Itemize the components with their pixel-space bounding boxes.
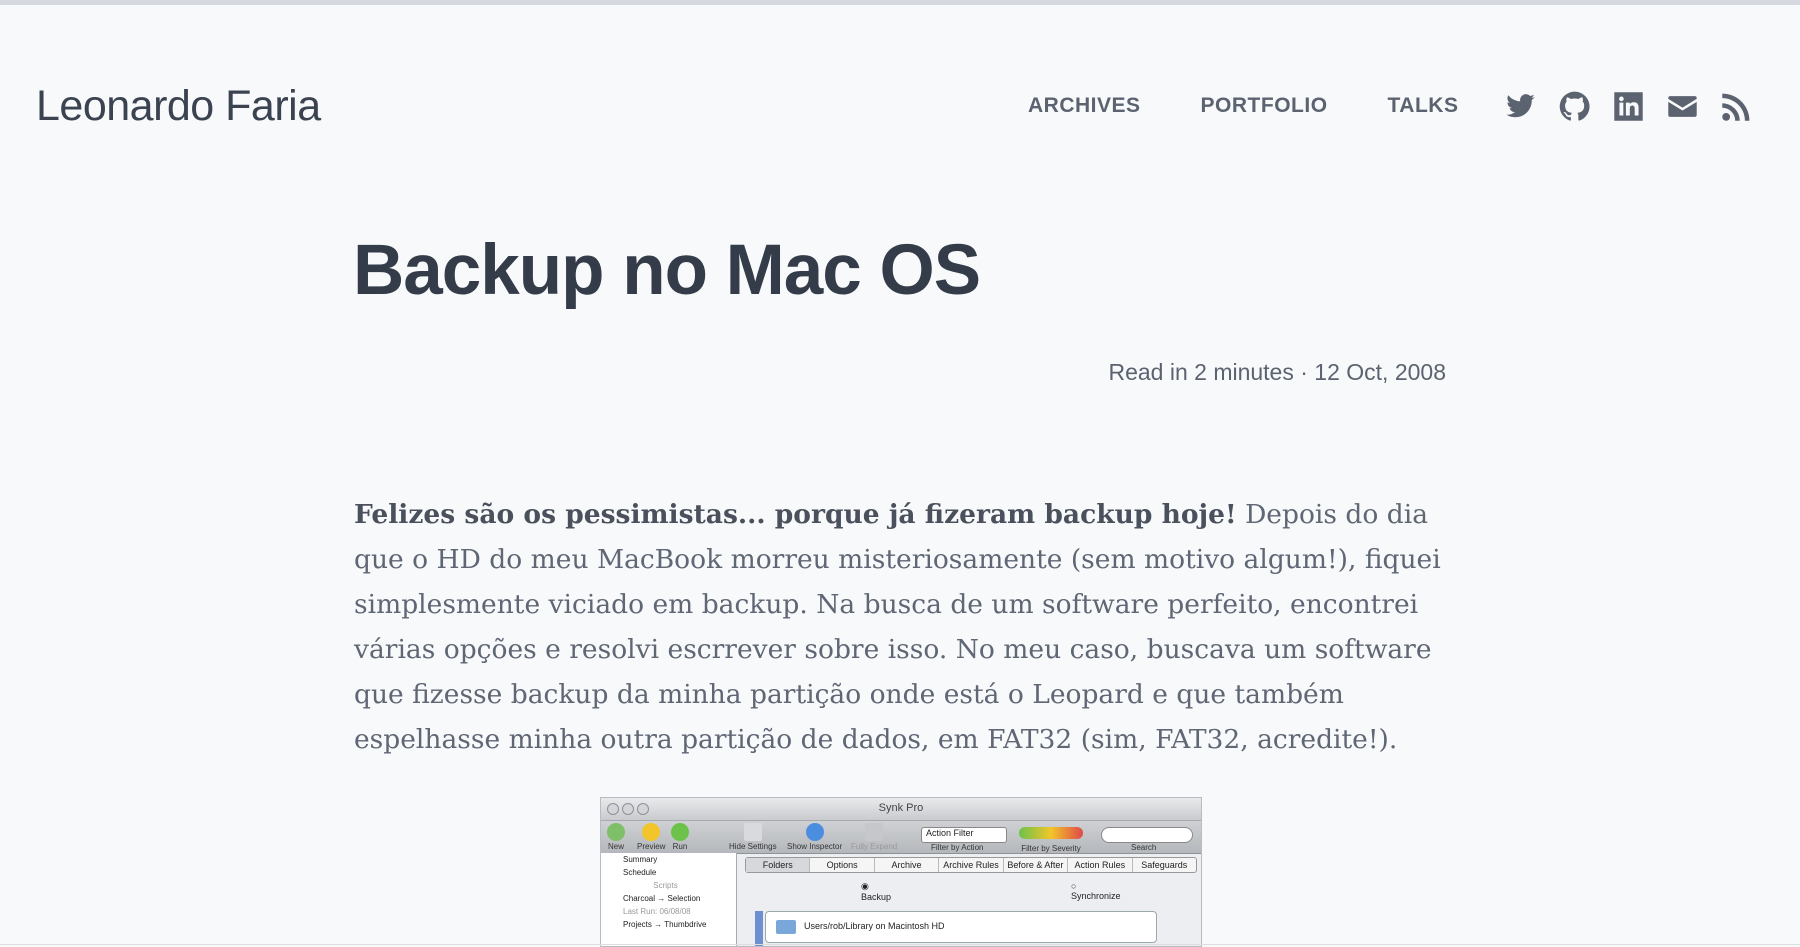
- radio-backup: ◉ Backup: [861, 881, 892, 902]
- synk-pro-screenshot: Synk Pro New Preview Run Hide Settings S…: [600, 797, 1202, 947]
- toolbar-new: New: [607, 823, 625, 851]
- tab-options: Options: [810, 858, 875, 872]
- post-lead-bold: Felizes são os pessimistas... porque já …: [354, 499, 1237, 530]
- tab-before-after: Before & After: [1004, 858, 1069, 872]
- screenshot-main: Folders Options Archive Archive Rules Be…: [741, 853, 1201, 946]
- folder-icon: [776, 920, 796, 934]
- nav-portfolio[interactable]: PORTFOLIO: [1201, 94, 1328, 118]
- sidebar-summary: Summary: [623, 855, 658, 864]
- twitter-icon[interactable]: [1505, 91, 1536, 122]
- screenshot-sidebar: Summary Schedule Scripts Charcoal → Sele…: [601, 853, 737, 946]
- sidebar-scripts-header: Scripts: [653, 881, 678, 890]
- post-lead-text: Depois do dia que o HD do meu MacBook mo…: [354, 499, 1441, 755]
- screenshot-toolbar: New Preview Run Hide Settings Show Inspe…: [601, 821, 1201, 854]
- tab-safeguards: Safeguards: [1141, 860, 1188, 870]
- sidebar-schedule: Schedule: [623, 868, 657, 877]
- tab-folders: Folders: [746, 858, 811, 872]
- rss-icon[interactable]: [1721, 91, 1752, 122]
- tab-archive: Archive: [875, 858, 940, 872]
- linkedin-icon[interactable]: [1613, 91, 1644, 122]
- post-body: Felizes são os pessimistas... porque já …: [354, 492, 1449, 762]
- action-filter-select: Action Filter: [921, 827, 1007, 843]
- screenshot-search-field: [1101, 827, 1193, 843]
- nav-talks[interactable]: TALKS: [1388, 94, 1459, 118]
- sidebar-projects: Projects → Thumbdrive: [623, 920, 707, 929]
- mail-icon[interactable]: [1667, 91, 1698, 122]
- sidebar-last-run: Last Run: 06/08/08: [623, 907, 691, 916]
- sidebar-charcoal: Charcoal → Selection: [623, 894, 701, 903]
- toolbar-search-label: Search: [1131, 843, 1157, 852]
- toolbar-hide-settings: Hide Settings: [729, 823, 777, 851]
- toolbar-fully-expand: Fully Expand: [851, 823, 897, 851]
- social-links: [1505, 91, 1752, 122]
- post-title: Backup no Mac OS: [353, 231, 981, 310]
- source-label-bar: [755, 911, 763, 946]
- main-nav: ARCHIVES PORTFOLIO TALKS: [1028, 94, 1458, 118]
- toolbar-filter-severity: Filter by Severity: [1019, 823, 1083, 853]
- tab-action-rules: Action Rules: [1068, 858, 1133, 872]
- screenshot-titlebar: Synk Pro: [601, 798, 1201, 821]
- nav-archives[interactable]: ARCHIVES: [1028, 94, 1141, 118]
- screenshot-tabs: Folders Options Archive Archive Rules Be…: [745, 857, 1197, 873]
- top-accent-bar: [0, 0, 1800, 5]
- radio-synchronize: ○ Synchronize: [1071, 881, 1121, 901]
- screenshot-source-path: Users/rob/Library on Macintosh HD: [765, 911, 1157, 943]
- toolbar-show-inspector: Show Inspector: [787, 823, 842, 851]
- screenshot-mode-radios: ◉ Backup ○ Synchronize: [861, 881, 1201, 902]
- screenshot-window-title: Synk Pro: [878, 802, 924, 814]
- tab-archive-rules: Archive Rules: [939, 858, 1004, 872]
- toolbar-filter-action-label: Filter by Action: [931, 843, 984, 852]
- toolbar-preview: Preview: [637, 823, 665, 851]
- github-icon[interactable]: [1559, 91, 1590, 122]
- toolbar-run: Run: [671, 823, 689, 851]
- site-title[interactable]: Leonardo Faria: [36, 82, 321, 131]
- post-meta: Read in 2 minutes · 12 Oct, 2008: [1108, 359, 1446, 385]
